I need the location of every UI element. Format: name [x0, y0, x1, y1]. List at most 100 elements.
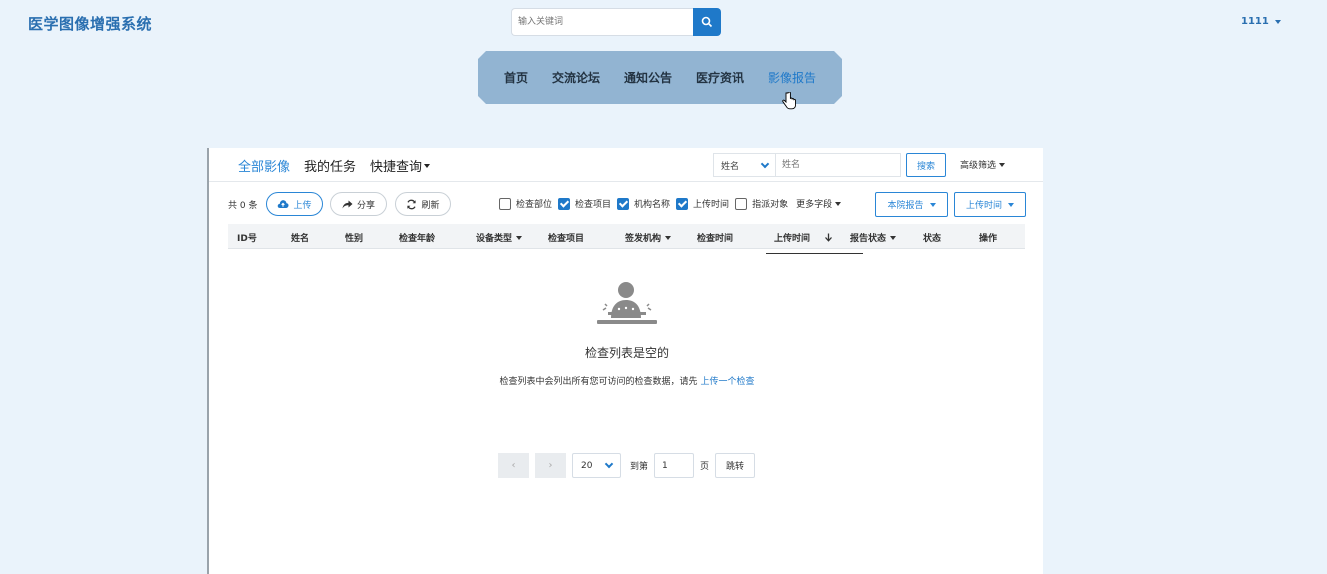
result-count: 共 0 条 [228, 201, 258, 211]
col-upload-time[interactable]: 上传时间 [765, 231, 864, 254]
col-id: ID号 [237, 234, 257, 244]
search-button[interactable] [693, 8, 721, 36]
checkbox-icon [499, 197, 511, 210]
toggle-institution[interactable]: 机构名称 [617, 197, 670, 210]
col-name: 姓名 [291, 234, 310, 244]
col-label: 报告状态 [850, 234, 887, 244]
refresh-label: 刷新 [421, 200, 440, 211]
toggle-exam-part[interactable]: 检查部位 [499, 197, 552, 210]
pagination: ‹ › 20 到第 1 页 跳转 [498, 453, 756, 478]
toggle-assignee[interactable]: 指派对象 [735, 197, 788, 210]
goto-suffix: 页 [700, 462, 710, 472]
caret-down-icon [929, 202, 936, 207]
col-exam-time: 检查时间 [697, 234, 734, 244]
sort-time-dropdown[interactable]: 上传时间 [954, 192, 1026, 217]
field-select[interactable]: 姓名 [713, 153, 775, 177]
toggle-label: 机构名称 [634, 200, 671, 210]
nav-item-home[interactable]: 首页 [492, 69, 540, 86]
name-filter: 姓名 搜索 [713, 153, 946, 177]
empty-description-text: 检查列表中会列出所有您可访问的检查数据，请先 [499, 377, 698, 387]
col-device-type[interactable]: 设备类型 [476, 231, 523, 244]
checkbox-icon [735, 197, 748, 210]
nav-item-forum[interactable]: 交流论坛 [540, 69, 612, 86]
checkbox-checked-icon [558, 197, 571, 210]
chevron-down-icon [604, 459, 614, 469]
page-number-input[interactable]: 1 [654, 453, 695, 478]
caret-down-icon [890, 235, 897, 240]
tab-all-images[interactable]: 全部影像 [238, 156, 290, 175]
tab-quick-query[interactable]: 快捷查询 [370, 156, 431, 175]
caret-down-icon [665, 235, 672, 240]
search-input[interactable] [511, 8, 693, 36]
image-list-panel: 全部影像 我的任务 快捷查询 姓名 搜索 高级筛选 共 0 条 上传 [207, 148, 1043, 574]
more-fields-label: 更多字段 [796, 200, 833, 210]
toolbar: 共 0 条 上传 分享 刷新 检查部位 检查项目 机构名称 上传时间 指派对象 … [209, 182, 1043, 224]
checkbox-checked-icon [617, 197, 630, 210]
caret-down-icon [1008, 202, 1014, 207]
caret-down-icon [999, 162, 1006, 167]
nav-item-news[interactable]: 医疗资讯 [684, 69, 756, 86]
cloud-upload-icon [278, 200, 289, 208]
user-name: 1111 [1241, 16, 1269, 27]
empty-title: 检查列表是空的 [584, 346, 669, 360]
toggle-label: 检查项目 [575, 200, 612, 210]
jump-button[interactable]: 跳转 [715, 453, 756, 478]
caret-down-icon [516, 235, 523, 240]
checkbox-checked-icon [676, 197, 689, 210]
chevron-down-icon [760, 159, 770, 168]
search-button[interactable]: 搜索 [906, 153, 946, 177]
refresh-button[interactable]: 刷新 [395, 192, 451, 216]
tab-quick-query-label: 快捷查询 [370, 160, 423, 175]
caret-down-icon [424, 163, 431, 168]
col-actions: 操作 [979, 234, 998, 244]
share-icon [342, 200, 353, 208]
toggle-label: 检查部位 [516, 200, 553, 210]
page-size-select[interactable]: 20 [572, 453, 621, 478]
upload-label: 上传 [293, 200, 312, 211]
more-fields-dropdown[interactable]: 更多字段 [796, 197, 842, 210]
table-header: ID号 姓名 性别 检查年龄 设备类型 检查项目 签发机构 检查时间 上传时间 … [228, 224, 1025, 254]
sort-time-label: 上传时间 [965, 201, 1002, 211]
toggle-upload-time[interactable]: 上传时间 [676, 197, 729, 210]
col-status: 状态 [923, 234, 942, 244]
col-issuing-org[interactable]: 签发机构 [625, 231, 672, 244]
refresh-icon [407, 199, 417, 209]
arrow-down-icon [825, 233, 832, 242]
toggle-exam-item[interactable]: 检查项目 [558, 197, 611, 210]
upload-button[interactable]: 上传 [266, 192, 323, 216]
col-report-status[interactable]: 报告状态 [850, 231, 897, 244]
upload-exam-link[interactable]: 上传一个检查 [700, 377, 754, 387]
toggle-label: 指派对象 [752, 200, 789, 210]
advanced-filter-label: 高级筛选 [960, 161, 997, 171]
goto-prefix: 到第 [630, 462, 649, 472]
empty-state: 检查列表是空的 检查列表中会列出所有您可访问的检查数据，请先 上传一个检查 [209, 282, 1045, 387]
toggle-label: 上传时间 [693, 200, 730, 210]
empty-description: 检查列表中会列出所有您可访问的检查数据，请先 上传一个检查 [209, 374, 1045, 387]
hand-cursor-icon [782, 92, 796, 110]
next-page-button[interactable]: › [535, 453, 566, 478]
page-size-value: 20 [581, 460, 593, 471]
search-icon [701, 16, 713, 28]
caret-down-icon [835, 201, 842, 206]
col-label: 签发机构 [625, 234, 662, 244]
share-label: 分享 [356, 200, 375, 211]
global-search [511, 8, 721, 36]
app-title[interactable]: 医学图像增强系统 [28, 13, 152, 34]
col-gender: 性别 [345, 234, 364, 244]
tab-my-tasks[interactable]: 我的任务 [304, 156, 356, 175]
name-input[interactable] [775, 153, 901, 177]
nav-item-image-report[interactable]: 影像报告 [756, 69, 828, 86]
report-scope-label: 本院报告 [887, 201, 924, 211]
col-label: 设备类型 [476, 234, 513, 244]
share-button[interactable]: 分享 [330, 192, 387, 216]
col-exam-item: 检查项目 [548, 234, 585, 244]
prev-page-button[interactable]: ‹ [498, 453, 529, 478]
tabs-row: 全部影像 我的任务 快捷查询 姓名 搜索 高级筛选 [209, 148, 1043, 182]
user-menu[interactable]: 1111 [1241, 16, 1281, 27]
empty-patient-icon [597, 282, 657, 324]
report-scope-dropdown[interactable]: 本院报告 [875, 192, 948, 217]
nav-item-notices[interactable]: 通知公告 [612, 69, 684, 86]
field-select-value: 姓名 [721, 161, 740, 172]
advanced-filter[interactable]: 高级筛选 [960, 158, 1006, 171]
caret-down-icon [1274, 19, 1281, 24]
